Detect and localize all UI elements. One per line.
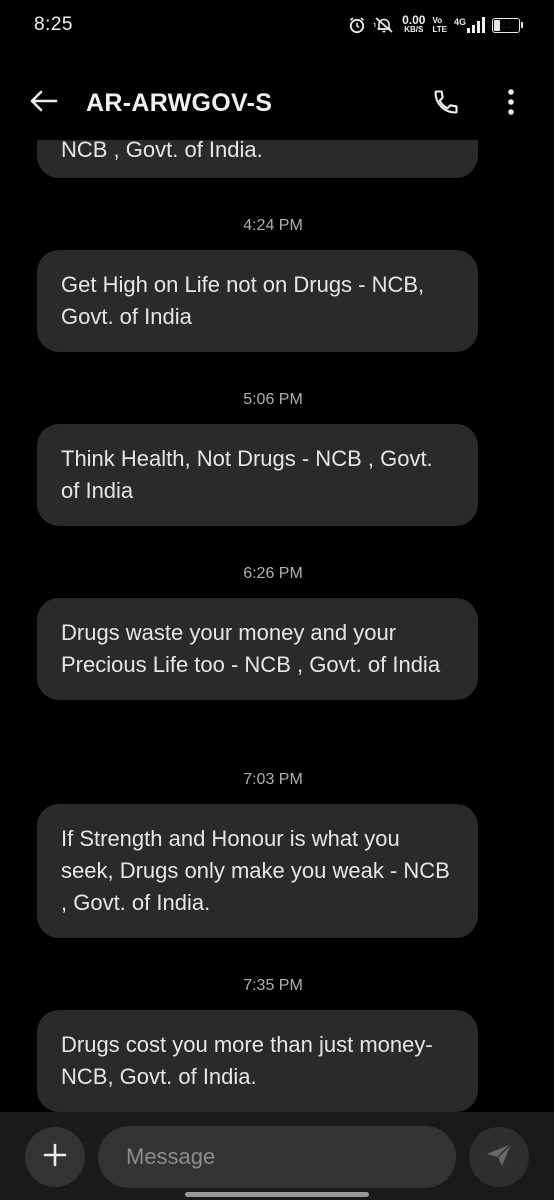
message-bubble[interactable]: Drugs cost you more than just money-NCB,… bbox=[37, 1010, 478, 1112]
status-icons: 0.00 KB/S Vo LTE 4G 22 bbox=[348, 13, 523, 35]
home-indicator[interactable] bbox=[185, 1192, 369, 1197]
more-vertical-icon bbox=[507, 88, 515, 121]
conversation-title: AR-ARWGOV-S bbox=[86, 89, 273, 117]
message-thread[interactable]: NCB , Govt. of India. 4:24 PM Get High o… bbox=[0, 140, 554, 1112]
back-arrow-icon bbox=[28, 89, 58, 118]
message-text: Drugs cost you more than just money-NCB,… bbox=[61, 1032, 433, 1089]
app-bar: AR-ARWGOV-S bbox=[0, 68, 554, 140]
network-type: 4G bbox=[453, 17, 466, 27]
alarm-icon bbox=[348, 16, 366, 34]
send-button[interactable] bbox=[469, 1127, 529, 1187]
composer-bar bbox=[0, 1112, 554, 1200]
battery-level: 22 bbox=[500, 19, 512, 31]
more-options-button[interactable] bbox=[496, 84, 526, 124]
net-speed: 0.00 KB/S bbox=[402, 13, 426, 34]
message-bubble[interactable]: Drugs waste your money and your Precious… bbox=[37, 598, 478, 700]
message-bubble[interactable]: Think Health, Not Drugs - NCB , Govt. of… bbox=[37, 424, 478, 526]
back-button[interactable] bbox=[26, 86, 60, 120]
message-timestamp: 6:26 PM bbox=[243, 565, 303, 582]
battery-icon: 22 bbox=[492, 17, 523, 33]
message-bubble-partial[interactable]: NCB , Govt. of India. bbox=[37, 140, 478, 178]
message-input[interactable] bbox=[98, 1126, 456, 1188]
message-bubble[interactable]: Get High on Life not on Drugs - NCB, Gov… bbox=[37, 250, 478, 352]
muted-bell-icon bbox=[373, 16, 395, 34]
message-text: Think Health, Not Drugs - NCB , Govt. of… bbox=[61, 446, 433, 503]
message-timestamp: 7:35 PM bbox=[243, 977, 303, 994]
battery-fill bbox=[494, 19, 500, 31]
plus-icon bbox=[42, 1142, 68, 1173]
message-timestamp: 5:06 PM bbox=[243, 391, 303, 408]
message-bubble[interactable]: If Strength and Honour is what you seek,… bbox=[37, 804, 478, 938]
message-text: Drugs waste your money and your Precious… bbox=[61, 620, 441, 677]
signal-icon: 4G bbox=[454, 17, 485, 33]
message-timestamp: 7:03 PM bbox=[243, 771, 303, 788]
status-time: 8:25 bbox=[34, 14, 73, 35]
add-attachment-button[interactable] bbox=[25, 1127, 85, 1187]
call-button[interactable] bbox=[428, 86, 464, 122]
message-text: If Strength and Honour is what you seek,… bbox=[61, 826, 450, 915]
message-timestamp: 4:24 PM bbox=[243, 217, 303, 234]
volte-indicator: Vo LTE bbox=[432, 16, 447, 34]
phone-icon bbox=[432, 88, 460, 121]
message-text: Get High on Life not on Drugs - NCB, Gov… bbox=[61, 272, 425, 329]
status-bar: 8:25 0.00 KB/S Vo LTE 4G 22 bbox=[0, 0, 554, 50]
send-icon bbox=[485, 1142, 513, 1173]
message-text: NCB , Govt. of India. bbox=[61, 140, 263, 162]
